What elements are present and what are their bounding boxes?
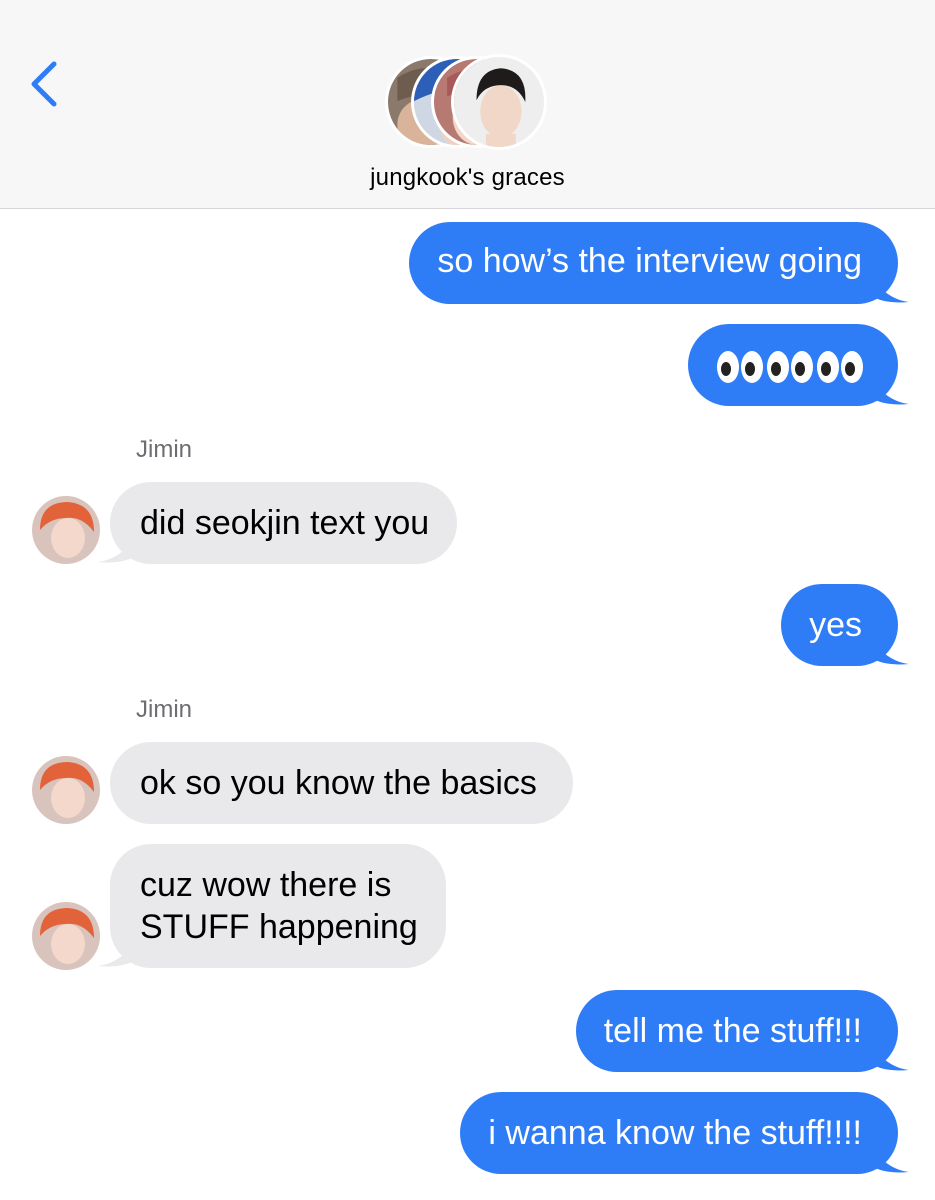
sender-name: Jimin [136, 696, 193, 723]
received-bubble-tail [98, 530, 138, 563]
sent-message[interactable]: i wanna know the stuff!!!! [460, 1092, 898, 1174]
message-text: so how’s the interview going [437, 242, 862, 280]
group-name: jungkook's graces [370, 164, 565, 191]
received-message[interactable]: did seokjin text you [110, 482, 458, 564]
chevron-left-icon [31, 61, 57, 107]
sent-bubble-tail [869, 372, 909, 405]
received-message[interactable]: ok so you know the basics [110, 742, 573, 824]
received-bubble-tail [98, 934, 138, 967]
jimin-avatar[interactable] [32, 902, 100, 970]
back-button[interactable] [24, 58, 68, 110]
jimin-avatar[interactable] [32, 496, 100, 564]
message-text-line: STUFF happening [140, 908, 418, 946]
eyes-emoji [716, 346, 866, 384]
sent-bubble-tail [869, 632, 909, 665]
message-text: yes [809, 606, 862, 644]
message-text: ok so you know the basics [140, 764, 537, 802]
message-text-line: cuz wow there is [140, 866, 392, 904]
sent-bubble-tail [869, 1038, 909, 1071]
group-avatar-stack[interactable] [385, 54, 555, 152]
jimin-avatar[interactable] [32, 756, 100, 824]
sent-message[interactable]: so how’s the interview going [409, 222, 898, 304]
message-text: i wanna know the stuff!!!! [488, 1114, 862, 1152]
sent-message[interactable]: 👀👀👀 [688, 324, 898, 406]
message-text: did seokjin text you [140, 504, 430, 542]
sent-bubble-tail [869, 1140, 909, 1173]
conversation-header: jungkook's graces [0, 0, 935, 209]
sent-bubble-tail [869, 270, 909, 303]
message-text: tell me the stuff!!! [603, 1012, 862, 1050]
sent-message[interactable]: tell me the stuff!!! [575, 990, 898, 1072]
group-member-avatar [451, 54, 547, 150]
sender-name: Jimin [136, 436, 193, 463]
received-message[interactable]: cuz wow there is STUFF happening [110, 844, 446, 968]
